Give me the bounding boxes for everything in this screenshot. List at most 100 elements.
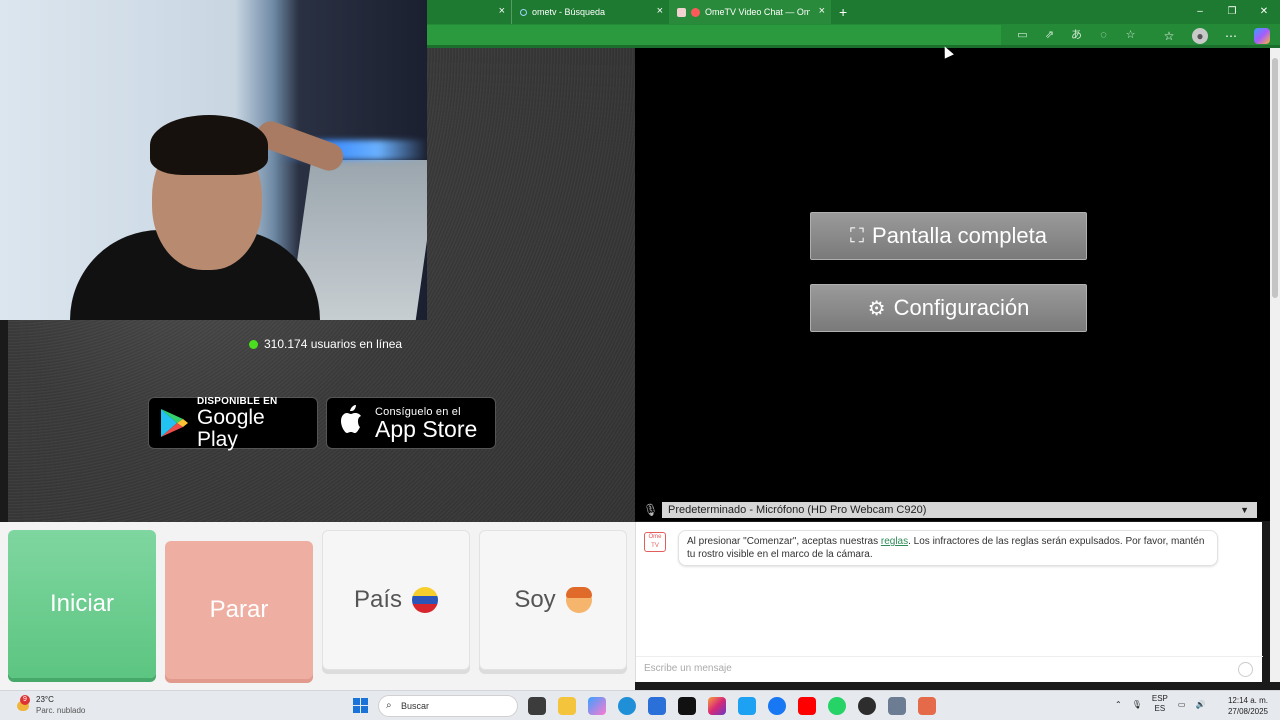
whatsapp-icon[interactable]: [828, 697, 846, 715]
system-message: Al presionar "Comenzar", aceptas nuestra…: [678, 530, 1218, 566]
weather-icon: 9: [14, 695, 32, 714]
calendar-app-icon[interactable]: [918, 697, 936, 715]
rules-link[interactable]: reglas: [881, 536, 908, 547]
task-view-icon[interactable]: [528, 697, 546, 715]
person: [70, 110, 348, 320]
store-icon[interactable]: [648, 697, 666, 715]
stop-button[interactable]: Parar: [165, 541, 313, 679]
browser-tab-ometv[interactable]: OmeTV Video Chat — Ome... ×: [669, 0, 831, 24]
facebook-icon[interactable]: [768, 697, 786, 715]
search-icon: [520, 8, 527, 16]
apple-icon: [337, 404, 367, 442]
online-dot-icon: [249, 339, 258, 349]
address-icons: ▭ ⇗ あ ◌ ☆: [1015, 28, 1138, 43]
volume-icon[interactable]: 🔊: [1195, 700, 1205, 709]
edge-icon[interactable]: [618, 697, 636, 715]
controls-area: Iniciar Parar País Soy: [0, 522, 635, 690]
country-button[interactable]: País: [322, 530, 470, 670]
share-icon[interactable]: ⇗: [1042, 28, 1057, 43]
windows-taskbar: 9 23°C Parc. nublado ⌕ Buscar ⌃ 🎙 ESP ES…: [0, 690, 1280, 720]
close-window-button[interactable]: ✕: [1248, 0, 1280, 24]
ometv-logo: Ome TV: [644, 532, 666, 552]
page-scrollbar[interactable]: [1270, 48, 1280, 682]
close-tab-icon[interactable]: ×: [499, 6, 505, 17]
gender-button[interactable]: Soy: [479, 530, 627, 670]
file-explorer-icon[interactable]: [558, 697, 576, 715]
venezuela-flag-icon: [412, 587, 439, 613]
clock[interactable]: 12:14 a. m. 27/08/2025: [1228, 695, 1268, 717]
taskbar-search[interactable]: ⌕ Buscar: [378, 695, 518, 717]
browser-tab-search[interactable]: ometv - Búsqueda ×: [511, 0, 669, 24]
new-tab-button[interactable]: +: [839, 4, 847, 20]
mic-bar: 🎙 Predeterminado - Micrófono (HD Pro Web…: [635, 501, 1270, 521]
gender-label: Soy: [514, 586, 556, 613]
weather-badge: 9: [20, 695, 30, 705]
start-button[interactable]: Iniciar: [8, 530, 156, 678]
kick-icon[interactable]: [678, 697, 696, 715]
boy-face-icon: [565, 587, 592, 613]
close-tab-icon[interactable]: ×: [819, 6, 825, 17]
twitter-icon[interactable]: [738, 697, 756, 715]
clock-time: 12:14 a. m.: [1227, 696, 1268, 705]
weather-widget[interactable]: 9 23°C Parc. nublado: [14, 694, 85, 716]
window-controls: – ❐ ✕: [1184, 0, 1280, 24]
stop-label: Parar: [209, 596, 269, 623]
store-big-text: Google Play: [197, 405, 265, 451]
mic-select[interactable]: Predeterminado - Micrófono (HD Pro Webca…: [662, 502, 1257, 518]
browser-tab-1[interactable]: ×: [427, 0, 511, 24]
favorites-icon[interactable]: ☆: [1161, 28, 1177, 44]
online-counter: 310.174 usuarios en línea: [249, 337, 402, 351]
youtube-icon[interactable]: [798, 697, 816, 715]
app-store-badge[interactable]: Consíguelo en el App Store: [326, 397, 496, 449]
favorite-star-icon[interactable]: ☆: [1123, 28, 1138, 43]
settings-label: Configuración: [893, 295, 1030, 320]
message-text-before: Al presionar "Comenzar", aceptas nuestra…: [687, 536, 881, 547]
scrollbar-thumb[interactable]: [1272, 58, 1278, 298]
gear-icon: ⚙: [867, 297, 886, 320]
camera-icon[interactable]: ▭: [1015, 28, 1030, 43]
browser-tabbar: × ometv - Búsqueda × OmeTV Video Chat — …: [427, 0, 1280, 24]
country-label: País: [353, 586, 403, 613]
fullscreen-button[interactable]: ⛶ Pantalla completa: [810, 212, 1087, 260]
close-tab-icon[interactable]: ×: [657, 6, 663, 17]
browser-tools: ☆ ● ⋯: [1161, 28, 1270, 44]
record-icon: [691, 7, 700, 17]
store-big-text: App Store: [375, 416, 478, 442]
network-icon[interactable]: ▭: [1178, 700, 1186, 709]
partner-video-panel: ⛶ Pantalla completa ⚙ Configuración: [635, 48, 1270, 501]
tab-label: OmeTV Video Chat — Ome...: [705, 7, 810, 17]
message-input[interactable]: Escribe un mensaje: [636, 656, 1263, 680]
minimize-button[interactable]: –: [1184, 0, 1216, 24]
more-menu-icon[interactable]: ⋯: [1223, 28, 1239, 44]
self-webcam-video: [0, 0, 427, 320]
reader-icon[interactable]: ◌: [1096, 28, 1111, 43]
weather-condition: Parc. nublado: [36, 706, 86, 715]
taskbar-apps: [528, 697, 936, 715]
translate-icon[interactable]: あ: [1069, 28, 1084, 43]
store-small-text: DISPONIBLE EN: [197, 395, 278, 407]
copilot-icon[interactable]: [1254, 28, 1270, 44]
language-indicator[interactable]: ESP ES: [1152, 694, 1168, 714]
settings-button[interactable]: ⚙ Configuración: [810, 284, 1087, 332]
google-play-badge[interactable]: DISPONIBLE EN Google Play: [148, 395, 318, 451]
message-placeholder: Escribe un mensaje: [644, 663, 732, 674]
system-tray: ⌃ 🎙 ESP ES ▭ 🔊: [1115, 694, 1205, 714]
chevron-down-icon: ▼: [1240, 505, 1249, 515]
profile-avatar-icon[interactable]: ●: [1192, 28, 1208, 44]
fullscreen-icon: ⛶: [850, 224, 865, 247]
lang-primary: ESP: [1151, 694, 1168, 703]
clock-date: 27/08/2025: [1227, 707, 1268, 716]
lang-secondary: ES: [1154, 704, 1166, 713]
microphone-tray-icon[interactable]: 🎙: [1132, 700, 1142, 709]
screen: × ometv - Búsqueda × OmeTV Video Chat — …: [0, 0, 1280, 720]
fullscreen-label: Pantalla completa: [872, 223, 1047, 248]
windows-start-icon[interactable]: [353, 698, 368, 713]
address-field[interactable]: [427, 25, 1001, 45]
settings-app-icon[interactable]: [888, 697, 906, 715]
copilot-app-icon[interactable]: [588, 697, 606, 715]
restore-button[interactable]: ❐: [1216, 0, 1248, 24]
chevron-up-icon[interactable]: ⌃: [1115, 700, 1122, 709]
instagram-icon[interactable]: [708, 697, 726, 715]
obs-icon[interactable]: [858, 697, 876, 715]
emoji-icon[interactable]: [1238, 662, 1253, 677]
